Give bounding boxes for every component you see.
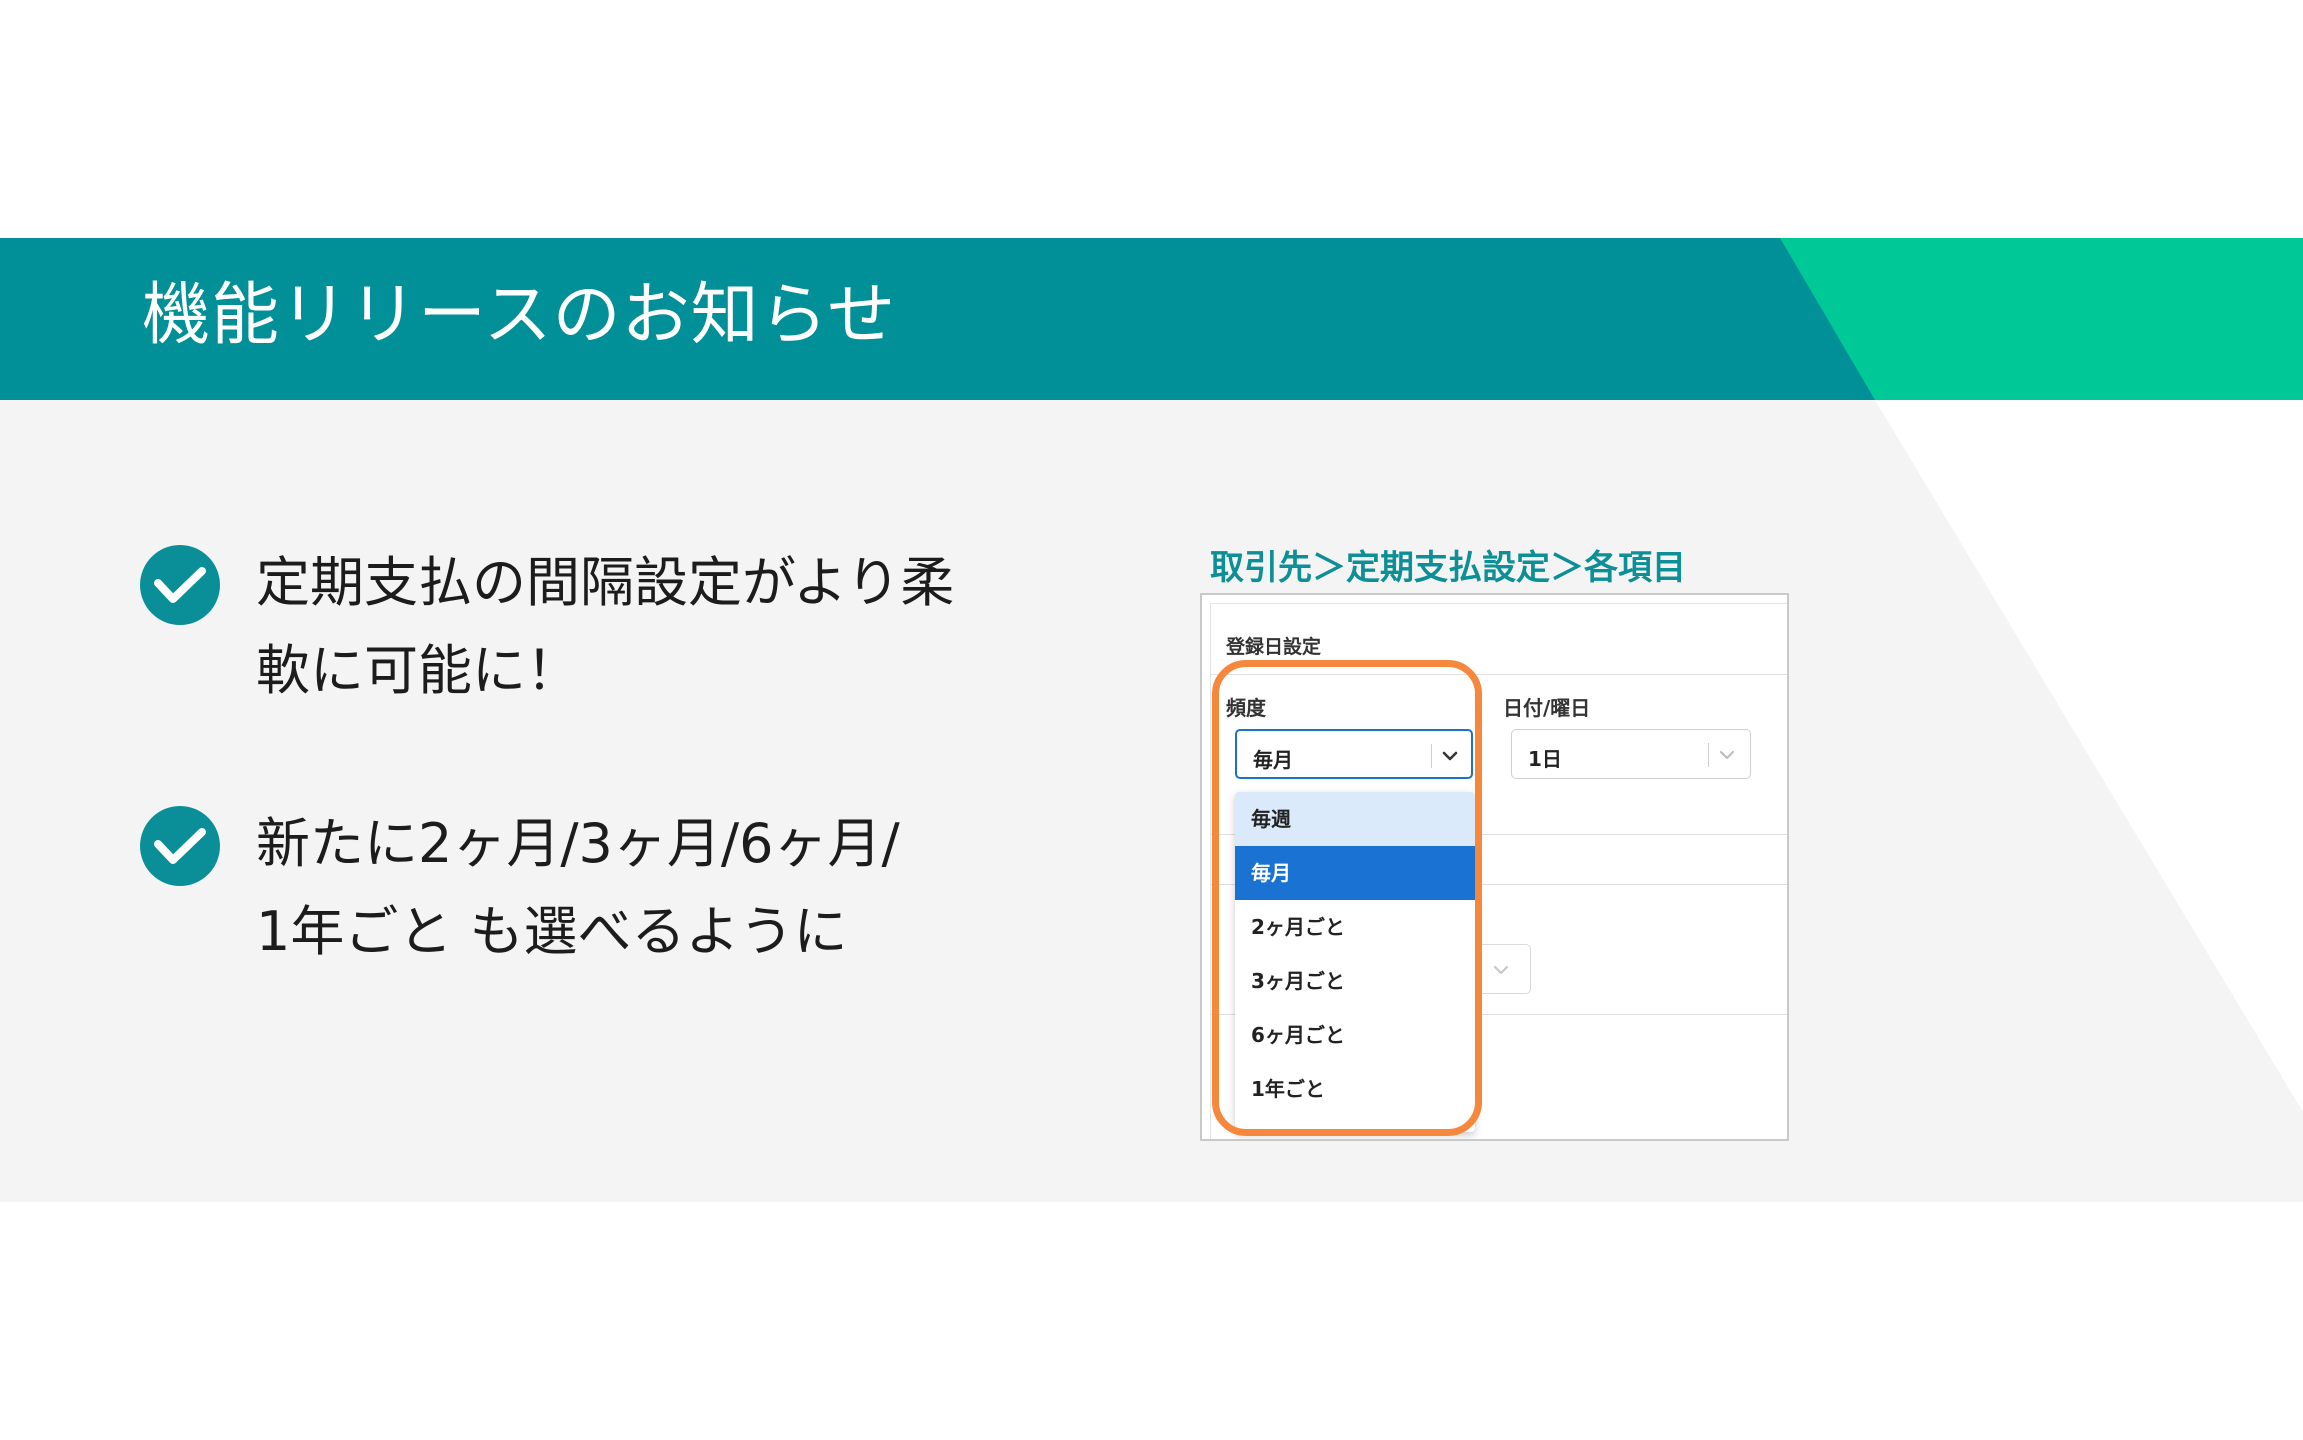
day-select[interactable]: 1日 bbox=[1511, 729, 1751, 779]
card-title: 登録日設定 bbox=[1226, 636, 1322, 658]
check-circle-icon bbox=[140, 545, 220, 625]
highlight-outline bbox=[1212, 660, 1482, 1136]
bullet-line: 新たに2ヶ月/3ヶ月/6ヶ月/ bbox=[256, 812, 900, 875]
day-label: 日付/曜日 bbox=[1503, 696, 1591, 720]
chevron-down-icon[interactable] bbox=[1716, 744, 1738, 766]
breadcrumb: 取引先＞定期支払設定＞各項目 bbox=[1210, 548, 1686, 588]
bullet-line: 定期支払の間隔設定がより柔 bbox=[256, 551, 955, 614]
check-circle-icon bbox=[140, 806, 220, 886]
bullet-text: 定期支払の間隔設定がより柔 軟に可能に！ bbox=[256, 539, 954, 715]
bullet-text: 新たに2ヶ月/3ヶ月/6ヶ月/ 1年ごと も選べるように bbox=[256, 800, 900, 976]
bullet-line: 1年ごと も選べるように bbox=[256, 900, 848, 963]
page-title: 機能リリースのお知らせ bbox=[142, 276, 897, 355]
bullet-line: 軟に可能に！ bbox=[256, 639, 580, 702]
day-value: 1日 bbox=[1528, 747, 1562, 771]
select-separator bbox=[1708, 743, 1709, 767]
chevron-down-icon bbox=[1493, 965, 1509, 975]
